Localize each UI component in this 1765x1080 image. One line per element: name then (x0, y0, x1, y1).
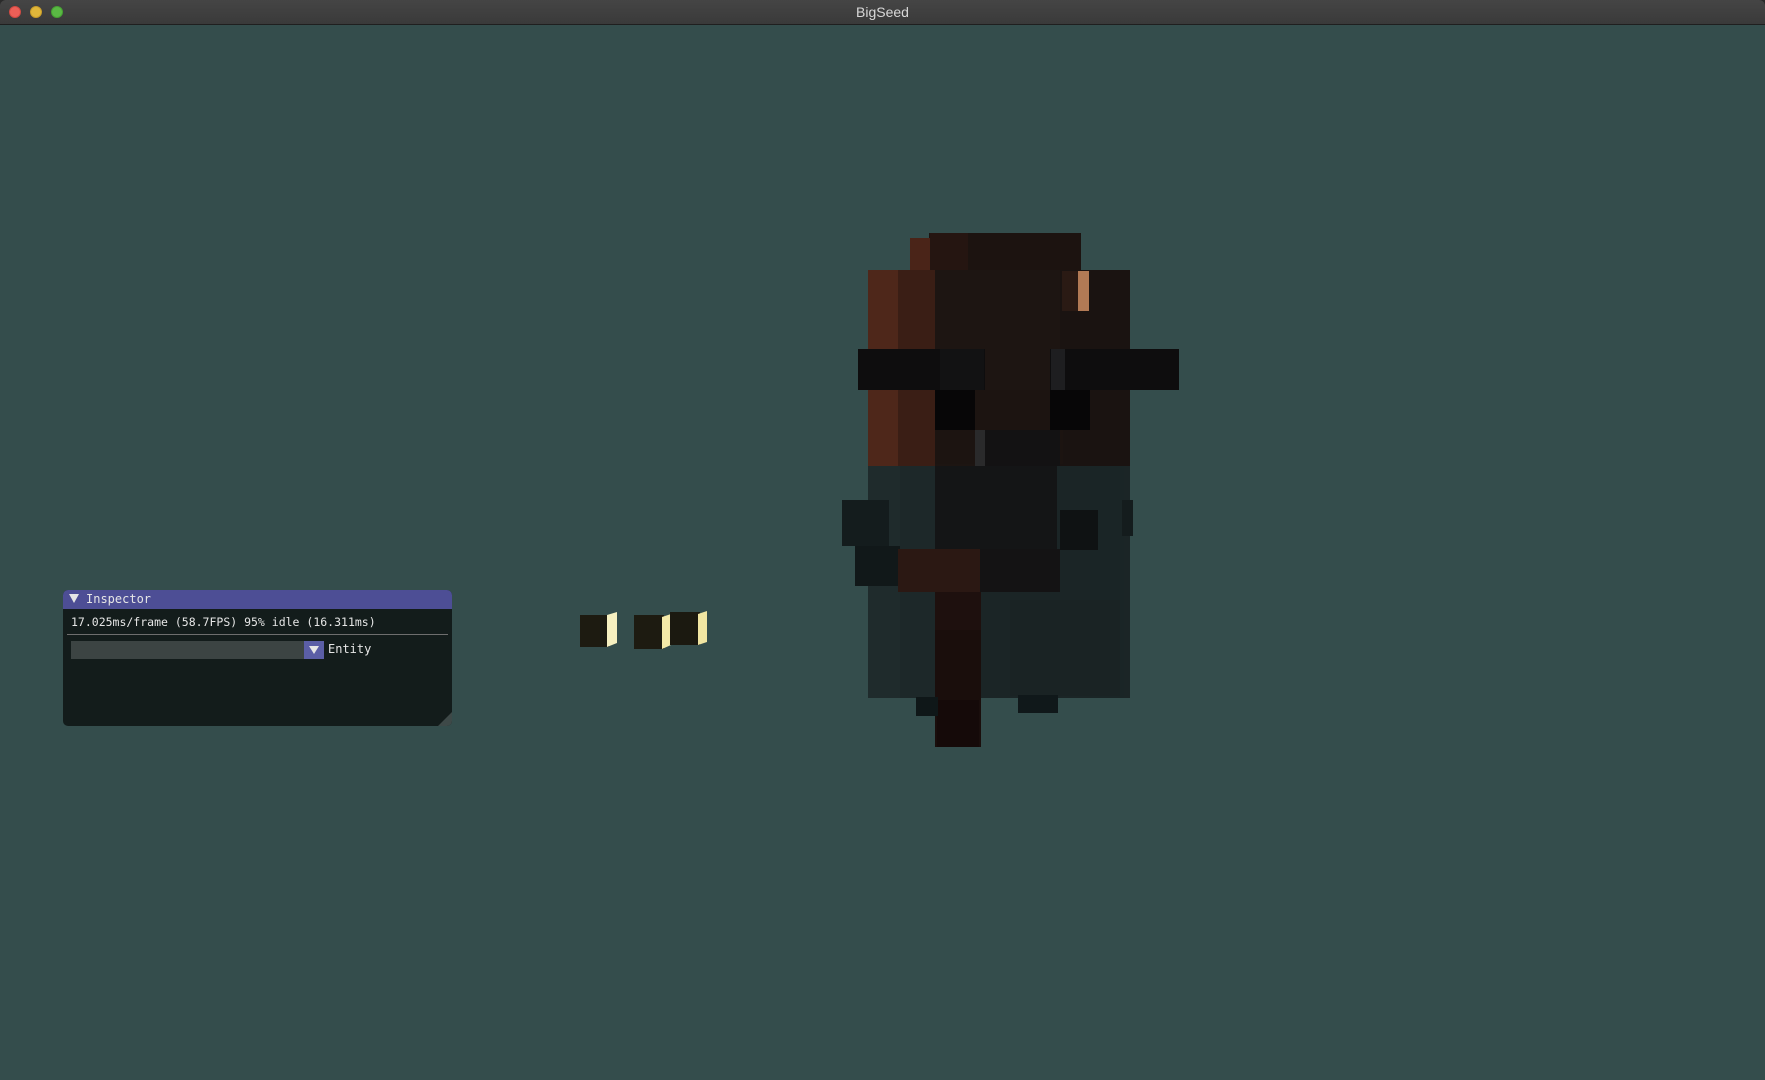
3d-viewport[interactable]: Inspector 17.025ms/frame (58.7FPS) 95% i… (0, 25, 1765, 1080)
voxel-scene (580, 233, 1179, 747)
window-title: BigSeed (856, 4, 909, 20)
inspector-title: Inspector (86, 592, 152, 606)
dropdown-triangle-icon (309, 646, 319, 654)
resize-grip-icon[interactable] (438, 712, 452, 726)
title-bar[interactable]: BigSeed (0, 0, 1765, 25)
entity-combo-field[interactable] (71, 641, 321, 659)
inspector-panel[interactable]: Inspector 17.025ms/frame (58.7FPS) 95% i… (63, 590, 452, 726)
inspector-header[interactable]: Inspector (63, 590, 452, 609)
collapse-triangle-icon[interactable] (69, 594, 79, 603)
frame-stats-text: 17.025ms/frame (58.7FPS) 95% idle (16.31… (71, 615, 376, 629)
voxel-character (842, 233, 1179, 747)
app-window: BigSeed Inspector 17.025ms/frame (58.7FP… (0, 0, 1765, 1080)
separator (67, 634, 448, 635)
entity-combo-dropdown-button[interactable] (304, 641, 324, 659)
small-voxel-cubes (580, 611, 707, 649)
entity-combo-label: Entity (328, 642, 372, 656)
